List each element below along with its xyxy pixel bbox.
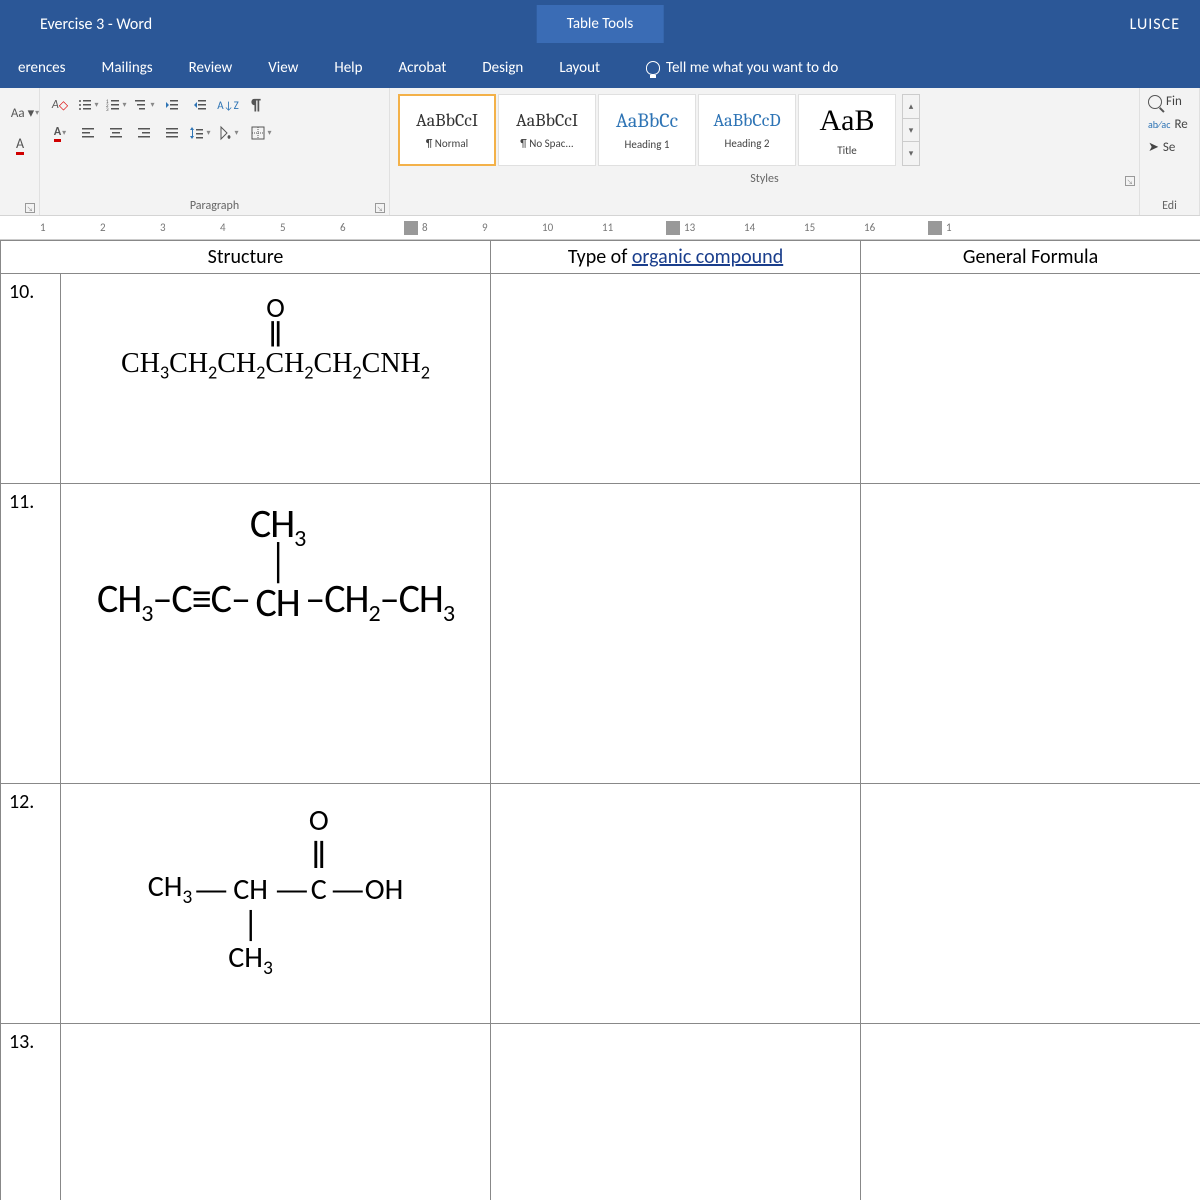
change-case-button[interactable]: Aa ▾ <box>8 102 42 124</box>
cell-type[interactable] <box>491 784 861 1024</box>
row-number: 10. <box>1 274 61 484</box>
cell-formula[interactable] <box>861 1024 1200 1200</box>
ruler-column-marker[interactable] <box>404 221 418 235</box>
row-number: 11. <box>1 484 61 784</box>
tab-review[interactable]: Review <box>171 49 251 87</box>
table-row[interactable]: 10. Oǁ CH3CH2CH2CH2CH2CNH2 <box>1 274 1200 484</box>
scroll-up-icon[interactable]: ▴ <box>903 95 919 119</box>
table-row[interactable]: 13. <box>1 1024 1200 1200</box>
find-button[interactable]: Fin <box>1148 94 1191 109</box>
align-center-button[interactable] <box>104 122 128 144</box>
cell-structure[interactable]: O ǁ CH3—CH—C—OH │ CH3 <box>61 784 491 1024</box>
editing-group-label: Edi <box>1140 199 1199 215</box>
cell-formula[interactable] <box>861 274 1200 484</box>
replace-button[interactable]: ab⁄acRe <box>1148 117 1191 132</box>
justify-button[interactable] <box>160 122 184 144</box>
cell-formula[interactable] <box>861 784 1200 1024</box>
style-heading-2[interactable]: AaBbCcD Heading 2 <box>698 94 796 166</box>
cell-type[interactable] <box>491 274 861 484</box>
table-row[interactable]: 11. CH3–C≡C– CH3 │ CH –CH2–CH3 <box>1 484 1200 784</box>
cell-structure[interactable]: CH3–C≡C– CH3 │ CH –CH2–CH3 <box>61 484 491 784</box>
font-color-button[interactable]: A <box>48 122 72 144</box>
document-title: Evercise 3 - Word <box>20 15 152 34</box>
search-icon <box>1148 95 1162 109</box>
cell-type[interactable] <box>491 1024 861 1200</box>
dialog-launcher-icon[interactable]: ↘ <box>375 203 385 213</box>
tell-me-search[interactable]: Tell me what you want to do <box>646 59 838 77</box>
cell-structure[interactable]: Oǁ CH3CH2CH2CH2CH2CNH2 <box>61 274 491 484</box>
dialog-launcher-icon[interactable]: ↘ <box>25 203 35 213</box>
align-right-button[interactable] <box>132 122 156 144</box>
svg-text:3: 3 <box>106 107 109 113</box>
show-hide-pilcrow-button[interactable]: ¶ <box>244 94 268 116</box>
tab-acrobat[interactable]: Acrobat <box>381 49 465 87</box>
lightbulb-icon <box>646 61 660 75</box>
increase-indent-button[interactable] <box>188 94 212 116</box>
cell-type[interactable] <box>491 484 861 784</box>
tab-help[interactable]: Help <box>316 49 380 87</box>
cell-structure[interactable] <box>61 1024 491 1200</box>
align-left-button[interactable] <box>76 122 100 144</box>
ruler-column-marker[interactable] <box>928 221 942 235</box>
multilevel-list-button[interactable] <box>132 94 156 116</box>
cell-formula[interactable] <box>861 484 1200 784</box>
style-title[interactable]: AaB Title <box>798 94 896 166</box>
tab-view[interactable]: View <box>250 49 316 87</box>
styles-gallery-expand[interactable]: ▴ ▾ ▾ <box>902 94 920 166</box>
col-header-structure: Structure <box>1 241 491 274</box>
col-header-type: Type of organic compound <box>491 241 861 274</box>
tab-table-layout[interactable]: Layout <box>541 49 618 87</box>
styles-group-label: Styles↘ <box>390 172 1139 188</box>
sort-button[interactable]: A↓Z <box>216 94 240 116</box>
dialog-launcher-icon[interactable]: ↘ <box>1125 176 1135 186</box>
bullets-button[interactable] <box>76 94 100 116</box>
tell-me-placeholder: Tell me what you want to do <box>666 59 838 77</box>
clear-format-button[interactable]: A◇ <box>48 94 72 116</box>
cursor-icon: ➤ <box>1148 140 1159 155</box>
borders-button[interactable] <box>244 122 278 144</box>
horizontal-ruler[interactable]: 1 2 3 4 5 6 8 9 10 11 13 14 15 16 1 <box>0 216 1200 240</box>
font-color-a[interactable]: A <box>8 134 32 156</box>
worksheet-table[interactable]: Structure Type of organic compound Gener… <box>0 240 1200 1200</box>
row-number: 12. <box>1 784 61 1024</box>
decrease-indent-button[interactable] <box>160 94 184 116</box>
ruler-column-marker[interactable] <box>666 221 680 235</box>
username-label: LUISCE <box>1130 15 1180 34</box>
table-header-row: Structure Type of organic compound Gener… <box>1 241 1200 274</box>
shading-button[interactable] <box>216 122 240 144</box>
scroll-down-icon[interactable]: ▾ <box>903 119 919 143</box>
numbering-button[interactable]: 123 <box>104 94 128 116</box>
style-no-spacing[interactable]: AaBbCcI ¶ No Spac... <box>498 94 596 166</box>
replace-icon: ab⁄ac <box>1148 118 1170 131</box>
select-button[interactable]: ➤Se <box>1148 140 1191 155</box>
tab-references[interactable]: erences <box>0 49 84 87</box>
line-spacing-button[interactable] <box>188 122 212 144</box>
document-page[interactable]: Structure Type of organic compound Gener… <box>0 240 1200 1200</box>
contextual-tab-label: Table Tools <box>537 5 664 43</box>
paragraph-group-label: Paragraph↘ <box>40 199 389 215</box>
tab-table-design[interactable]: Design <box>464 49 541 87</box>
expand-icon[interactable]: ▾ <box>903 142 919 165</box>
row-number: 13. <box>1 1024 61 1200</box>
style-heading-1[interactable]: AaBbCc Heading 1 <box>598 94 696 166</box>
font-group-label: ↘ <box>0 199 39 215</box>
style-normal[interactable]: AaBbCcI ¶ Normal <box>398 94 496 166</box>
col-header-formula: General Formula <box>861 241 1200 274</box>
table-row[interactable]: 12. O ǁ CH3—CH—C—OH │ CH3 <box>1 784 1200 1024</box>
tab-mailings[interactable]: Mailings <box>84 49 171 87</box>
